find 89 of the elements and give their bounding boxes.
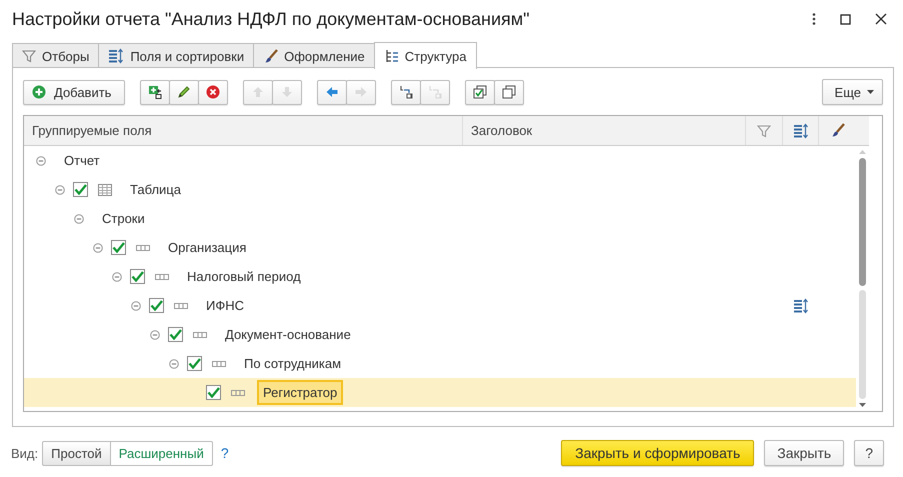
- tree-item-label: По сотрудникам: [243, 355, 342, 373]
- maximize-icon[interactable]: [840, 14, 851, 24]
- filter-icon: [22, 49, 36, 63]
- tree-item-label: Налоговый период: [186, 268, 302, 286]
- column-header[interactable]: Группируемые поля: [24, 116, 463, 145]
- scrollbar-track[interactable]: [859, 290, 866, 399]
- tree-row[interactable]: Регистратор: [24, 378, 856, 407]
- checkbox[interactable]: [187, 356, 202, 371]
- uncheck-all-button[interactable]: [494, 80, 524, 104]
- move-left-button[interactable]: [317, 80, 348, 104]
- collapse-icon[interactable]: [55, 184, 65, 194]
- structure-icon: [384, 49, 399, 63]
- add-button[interactable]: Добавить: [23, 80, 126, 104]
- checkbox[interactable]: [73, 182, 88, 197]
- checkbox[interactable]: [149, 298, 164, 313]
- tree-item-label: Документ-основание: [224, 326, 352, 344]
- window-title: Настройки отчета "Анализ НДФЛ по документам-основаниям": [12, 8, 531, 30]
- tree-item-label: Организация: [167, 239, 248, 257]
- add-group-button[interactable]: [140, 80, 170, 104]
- field-icon: [212, 360, 226, 366]
- tree-row[interactable]: Таблица: [24, 175, 856, 204]
- more-button[interactable]: Еще: [822, 79, 883, 105]
- tree-item-label: ИФНС: [205, 297, 246, 315]
- view-label: Вид:: [11, 446, 38, 460]
- checkbox[interactable]: [206, 385, 221, 400]
- field-icon: [193, 332, 207, 338]
- collapse-icon[interactable]: [36, 156, 46, 166]
- field-icon: [231, 390, 245, 396]
- delete-icon: [206, 85, 220, 99]
- field-icon: [155, 274, 169, 280]
- brush-icon: [263, 48, 278, 64]
- uncheck-all-icon: [502, 85, 516, 99]
- tree-item-label: Регистратор: [257, 380, 344, 405]
- delete-button[interactable]: [198, 80, 228, 104]
- checkbox[interactable]: [130, 269, 145, 284]
- scroll-down-icon[interactable]: [859, 403, 866, 407]
- tab[interactable]: Оформление: [253, 43, 375, 68]
- check-all-button[interactable]: [465, 80, 496, 104]
- group-button[interactable]: [391, 80, 422, 104]
- tree-item-label: Таблица: [129, 181, 182, 199]
- view-option[interactable]: Расширенный: [110, 440, 213, 466]
- collapse-icon[interactable]: [93, 242, 103, 252]
- filter-icon: [757, 124, 771, 138]
- tree-row[interactable]: По сотрудникам: [24, 349, 856, 378]
- tab[interactable]: Отборы: [12, 43, 100, 68]
- checkbox[interactable]: [111, 240, 126, 255]
- tab[interactable]: Поля и сортировки: [98, 43, 254, 68]
- help-link[interactable]: ?: [220, 445, 229, 461]
- footer-button[interactable]: ?: [854, 440, 884, 466]
- close-icon[interactable]: [875, 13, 887, 25]
- brush-icon: [830, 123, 845, 138]
- checkbox[interactable]: [168, 327, 183, 342]
- view-option[interactable]: Простой: [42, 440, 111, 466]
- tab[interactable]: Структура: [374, 42, 478, 69]
- collapse-icon[interactable]: [169, 358, 179, 368]
- edit-button[interactable]: [169, 80, 200, 104]
- field-icon: [174, 302, 188, 308]
- add-icon: [32, 85, 46, 99]
- tree-row[interactable]: Строки: [24, 204, 856, 233]
- more-icon[interactable]: [812, 13, 816, 25]
- sort-icon: [792, 122, 808, 138]
- arrow-up-icon: [251, 85, 266, 99]
- collapse-icon[interactable]: [74, 214, 84, 224]
- scrollbar-thumb[interactable]: [859, 158, 866, 286]
- tree-row[interactable]: ИФНС: [24, 291, 856, 320]
- field-icon: [136, 244, 150, 250]
- table-icon: [98, 184, 112, 196]
- sort-icon: [108, 48, 124, 64]
- tree-row[interactable]: Организация: [24, 233, 856, 262]
- tree-item-label: Отчет: [63, 152, 101, 170]
- caret-icon: [867, 90, 874, 94]
- ungroup-icon: [428, 85, 442, 99]
- collapse-icon[interactable]: [150, 330, 160, 340]
- arrow-left-icon: [325, 85, 340, 99]
- pencil-icon: [177, 85, 192, 99]
- arrow-right-icon: [354, 85, 368, 99]
- tree-item-label: Строки: [101, 210, 146, 228]
- tree-row[interactable]: Налоговый период: [24, 262, 856, 291]
- column-header[interactable]: Заголовок: [463, 116, 746, 145]
- tree-row[interactable]: Документ-основание: [24, 320, 856, 349]
- generate-button[interactable]: Закрыть и сформировать: [561, 440, 754, 466]
- collapse-icon[interactable]: [131, 300, 141, 310]
- add-group-icon: [148, 85, 162, 99]
- tree-row[interactable]: Отчет: [24, 146, 856, 175]
- collapse-icon[interactable]: [112, 272, 122, 282]
- footer-button[interactable]: Закрыть: [764, 440, 844, 466]
- arrow-down-icon: [280, 85, 294, 99]
- group-icon: [399, 85, 414, 99]
- check-all-icon: [473, 85, 488, 99]
